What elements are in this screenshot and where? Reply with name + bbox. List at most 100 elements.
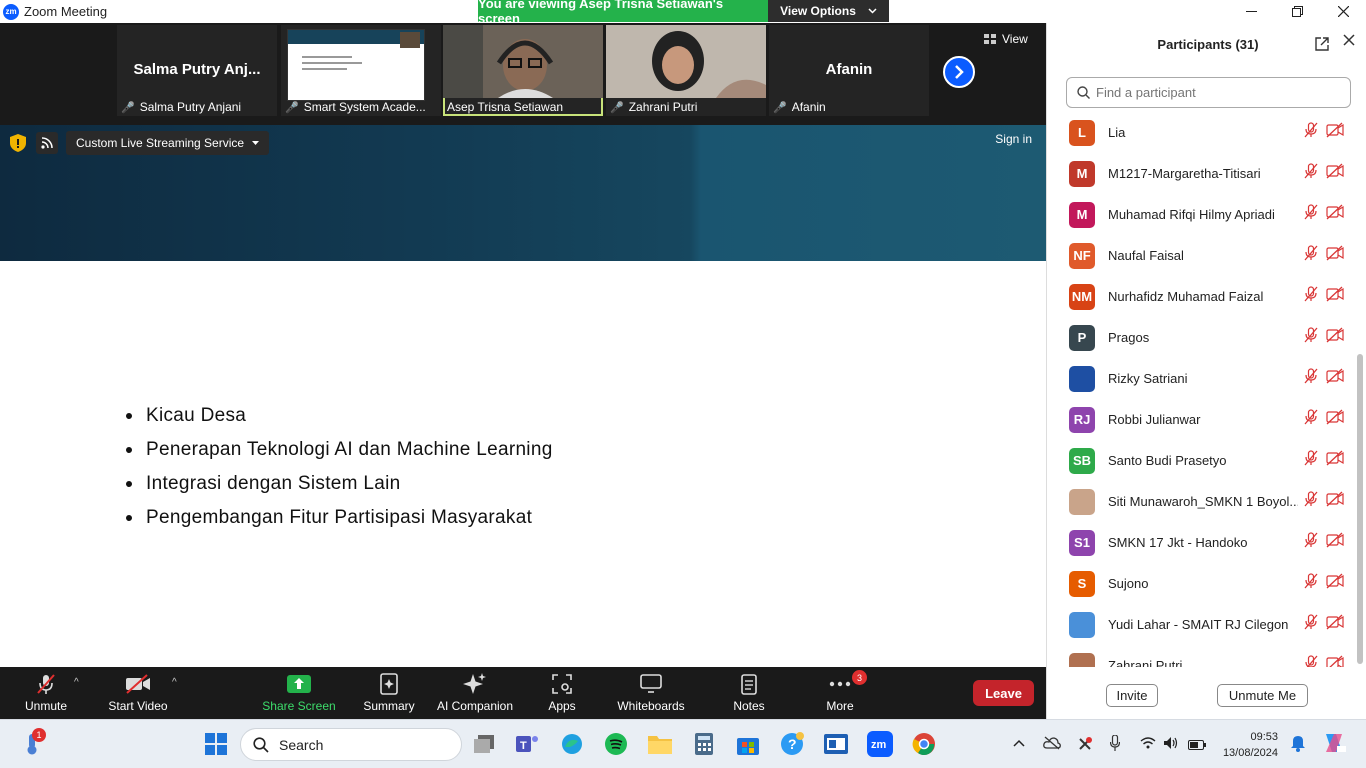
participant-row[interactable]: Siti Munawaroh_SMKN 1 Boyol... <box>1047 481 1357 522</box>
live-stream-icon[interactable] <box>36 132 58 154</box>
participant-row[interactable]: RJ Robbi Julianwar <box>1047 399 1357 440</box>
unmute-button[interactable]: Unmute <box>18 667 74 719</box>
pop-out-icon[interactable] <box>1315 37 1329 51</box>
show-hidden-icons-chevron-icon[interactable] <box>1013 735 1025 750</box>
app-tray-icon[interactable] <box>1077 736 1093 755</box>
more-notification-badge: 3 <box>852 670 867 685</box>
participant-search[interactable] <box>1066 77 1351 108</box>
participant-row[interactable]: L Lia <box>1047 112 1357 153</box>
scroll-thumb[interactable] <box>1357 354 1363 664</box>
bullet-item: Penerapan Teknologi AI dan Machine Learn… <box>125 433 553 467</box>
apps-icon <box>552 674 572 694</box>
participant-row[interactable]: S1 SMKN 17 Jkt - Handoko <box>1047 522 1357 563</box>
participant-row[interactable]: P Pragos <box>1047 317 1357 358</box>
video-tile[interactable]: Afanin 🎤 Afanin <box>769 25 929 116</box>
news-app-icon[interactable] <box>823 731 849 757</box>
share-screen-button[interactable]: Share Screen <box>262 667 336 719</box>
microphone-tray-icon[interactable] <box>1109 734 1121 754</box>
file-explorer-icon[interactable] <box>647 731 673 757</box>
participant-row[interactable]: SB Santo Budi Prasetyo <box>1047 440 1357 481</box>
summary-label: Summary <box>363 699 415 713</box>
slide-bullet-list: Kicau Desa Penerapan Teknologi AI dan Ma… <box>125 399 553 535</box>
taskbar-search-box[interactable]: Search <box>240 728 462 761</box>
teams-icon[interactable]: T <box>515 731 541 757</box>
battery-icon[interactable] <box>1188 738 1206 753</box>
video-off-icon <box>1326 286 1344 307</box>
minimize-button[interactable] <box>1228 0 1274 23</box>
windows-taskbar: 1 Search T ? zm 09:53 13/08/2024 <box>0 719 1366 768</box>
volume-icon[interactable] <box>1163 736 1179 753</box>
video-strip: Salma Putry Anj... 🎤 Salma Putry Anjani 🎤… <box>0 23 1046 125</box>
restore-button[interactable] <box>1274 0 1320 23</box>
cloud-offline-icon[interactable] <box>1043 736 1061 753</box>
participant-name: Nurhafidz Muhamad Faizal <box>1108 289 1264 304</box>
microsoft-store-icon[interactable] <box>735 731 761 757</box>
participant-name: Siti Munawaroh_SMKN 1 Boyol... <box>1108 494 1298 509</box>
video-tile[interactable]: Salma Putry Anj... 🎤 Salma Putry Anjani <box>117 25 277 116</box>
video-off-icon <box>1326 122 1344 143</box>
calculator-icon[interactable] <box>691 731 717 757</box>
participant-row[interactable]: Yudi Lahar - SMAIT RJ Cilegon <box>1047 604 1357 645</box>
search-icon <box>253 736 269 753</box>
sign-in-link[interactable]: Sign in <box>995 132 1032 146</box>
zoom-taskbar-icon[interactable]: zm <box>867 731 893 757</box>
close-panel-icon[interactable] <box>1343 34 1355 46</box>
live-streaming-dropdown[interactable]: Custom Live Streaming Service <box>66 131 270 155</box>
more-dots-icon <box>829 681 851 687</box>
notes-button[interactable]: Notes <box>728 667 770 719</box>
leave-button[interactable]: Leave <box>973 680 1034 706</box>
security-shield-icon[interactable] <box>8 132 28 154</box>
invite-button[interactable]: Invite <box>1106 684 1158 707</box>
participant-row[interactable]: NM Nurhafidz Muhamad Faizal <box>1047 276 1357 317</box>
close-icon <box>1337 6 1349 17</box>
audio-options-caret-icon[interactable]: ^ <box>74 677 79 688</box>
participant-name: M1217-Margaretha-Titisari <box>1108 166 1261 181</box>
participant-row[interactable]: Zahrani Putri <box>1047 645 1357 667</box>
video-options-caret-icon[interactable]: ^ <box>172 677 177 688</box>
notification-bell-icon[interactable] <box>1290 734 1306 755</box>
mic-muted-icon <box>1303 573 1319 594</box>
ai-companion-button[interactable]: AI Companion <box>434 667 516 719</box>
task-view-icon[interactable] <box>472 731 498 757</box>
participant-avatar <box>1069 611 1095 638</box>
meeting-toolbar: Unmute ^ Start Video ^ Share Screen Summ… <box>0 667 1046 719</box>
edge-browser-icon[interactable] <box>559 731 585 757</box>
participant-list-scrollbar[interactable] <box>1357 112 1363 667</box>
whiteboards-button[interactable]: Whiteboards <box>614 667 688 719</box>
participant-name: Rizky Satriani <box>1108 371 1188 386</box>
apps-button[interactable]: Apps <box>540 667 584 719</box>
wifi-icon[interactable] <box>1140 737 1156 752</box>
participant-row[interactable]: M Muhamad Rifqi Hilmy Apriadi <box>1047 194 1357 235</box>
windows-start-icon[interactable] <box>203 731 229 757</box>
mic-muted-icon <box>37 674 55 694</box>
spotify-icon[interactable] <box>603 731 629 757</box>
view-button[interactable]: View <box>984 32 1028 46</box>
participant-row[interactable]: Rizky Satriani <box>1047 358 1357 399</box>
next-page-arrow-button[interactable] <box>943 56 975 88</box>
unmute-me-button[interactable]: Unmute Me <box>1217 684 1308 707</box>
participant-row[interactable]: S Sujono <box>1047 563 1357 604</box>
summary-button[interactable]: Summary <box>358 667 420 719</box>
bullet-dot-icon <box>126 515 132 521</box>
start-video-label: Start Video <box>108 699 168 713</box>
whiteboards-label: Whiteboards <box>617 699 685 713</box>
title-bar: zm Zoom Meeting You are viewing Asep Tri… <box>0 0 1366 26</box>
video-tile[interactable]: 🎤 Smart System Acade... <box>281 25 441 116</box>
start-video-button[interactable]: Start Video <box>104 667 172 719</box>
participant-row[interactable]: M M1217-Margaretha-Titisari <box>1047 153 1357 194</box>
participant-avatar <box>1069 652 1095 667</box>
chrome-icon[interactable] <box>911 731 937 757</box>
search-input[interactable] <box>1096 85 1336 100</box>
help-icon[interactable]: ? <box>779 731 805 757</box>
view-options-button[interactable]: View Options <box>768 0 889 22</box>
video-off-icon <box>1326 327 1344 348</box>
zoom-logo-icon: zm <box>3 3 19 20</box>
video-off-icon <box>1326 245 1344 266</box>
video-tile[interactable]: 🎤 Zahrani Putri <box>606 25 766 116</box>
video-tile-active[interactable]: Asep Trisna Setiawan <box>443 25 603 116</box>
close-button[interactable] <box>1320 0 1366 23</box>
bullet-item: Kicau Desa <box>125 399 553 433</box>
taskbar-clock[interactable]: 09:53 13/08/2024 <box>1218 729 1278 761</box>
copilot-icon[interactable] <box>1322 732 1346 757</box>
participant-row[interactable]: NF Naufal Faisal <box>1047 235 1357 276</box>
